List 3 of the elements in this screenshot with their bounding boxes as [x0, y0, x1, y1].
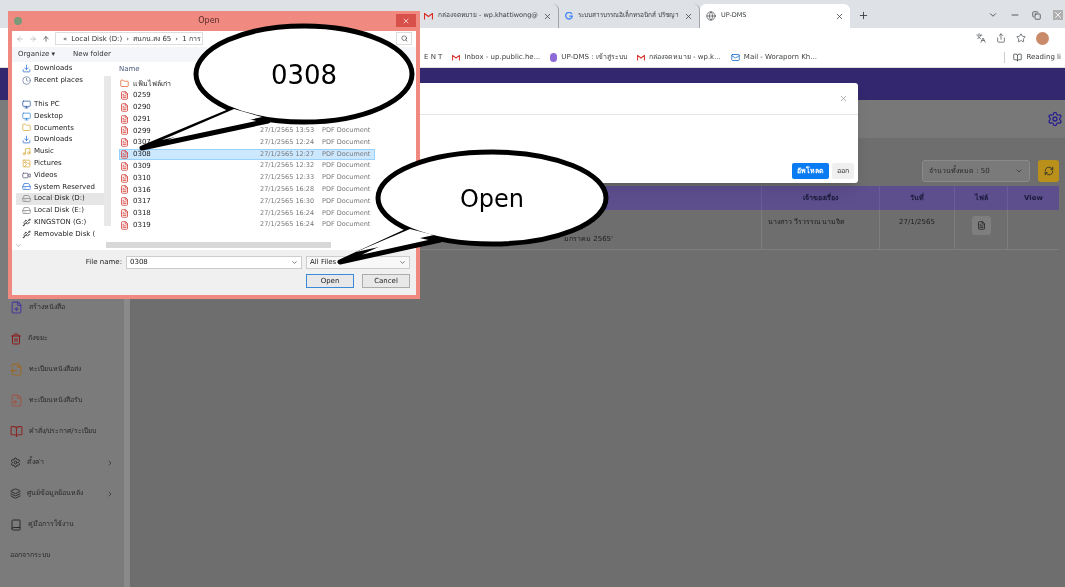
dialog-title: Open: [197, 14, 221, 27]
callout-text: Open: [459, 185, 525, 213]
callout-text: 0308: [270, 60, 338, 90]
